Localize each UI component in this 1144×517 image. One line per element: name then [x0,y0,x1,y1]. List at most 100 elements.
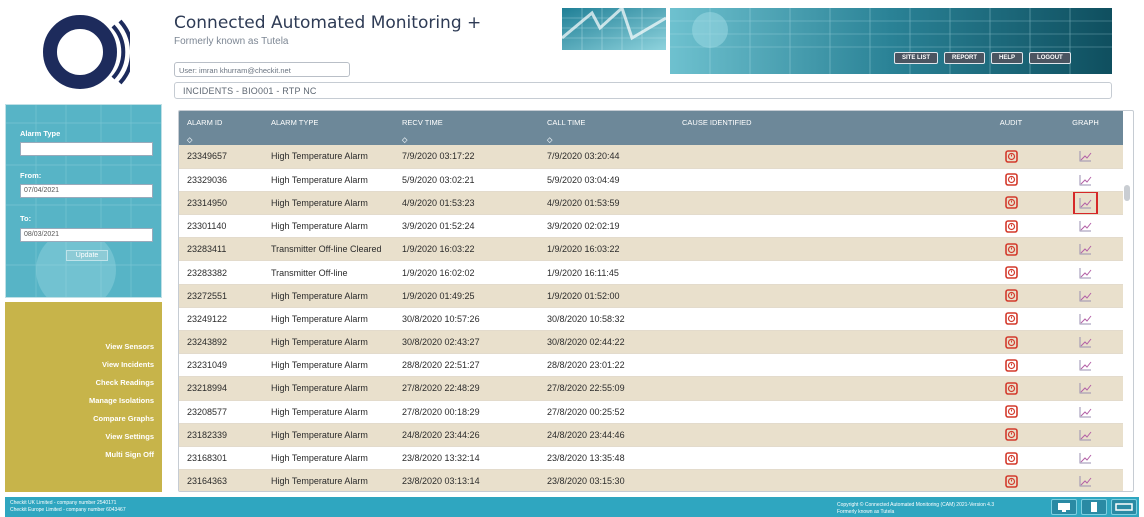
line-graph-icon[interactable] [1079,267,1092,279]
graph-cell [1048,330,1123,355]
cause-cell [674,284,974,308]
nav-multi-sign-off[interactable]: Multi Sign Off [105,450,154,459]
nav-compare-graphs[interactable]: Compare Graphs [93,414,154,423]
audit-cell [974,353,1048,378]
col-alarm-type[interactable]: ALARM TYPE [263,111,394,134]
call-time-cell: 4/9/2020 01:53:59 [539,191,674,216]
scrollbar-thumb[interactable] [1124,185,1130,201]
clock-icon[interactable] [1004,312,1018,326]
col-call-time[interactable]: CALL TIME [539,111,674,134]
clock-icon[interactable] [1004,382,1018,395]
line-graph-icon[interactable] [1079,220,1092,232]
audit-cell [974,307,1048,332]
line-graph-icon[interactable] [1079,150,1092,162]
sort-call-time[interactable]: ◇ [539,134,674,145]
sort-cause-empty [674,134,974,145]
line-graph-icon[interactable] [1079,406,1092,418]
update-button[interactable]: Update [66,250,108,261]
sort-graph-empty [1048,134,1123,145]
col-alarm-id[interactable]: ALARM ID [179,111,263,134]
line-graph-icon[interactable] [1079,336,1092,348]
audit-cell [974,237,1048,262]
sort-recv-time[interactable]: ◇ [394,134,539,145]
col-recv-time[interactable]: RECV TIME [394,111,539,134]
logo-icon[interactable] [40,8,130,96]
table-row[interactable]: 23329036 High Temperature Alarm 5/9/2020 0… [179,168,1123,192]
table-row[interactable]: 23182339 High Temperature Alarm 24/8/2020 … [179,423,1123,447]
table-row[interactable]: 23249122 High Temperature Alarm 30/8/2020 … [179,307,1123,332]
clock-icon[interactable] [1004,428,1018,442]
clock-icon[interactable] [1004,173,1018,187]
clock-icon[interactable] [1004,219,1018,233]
clock-icon[interactable] [1004,196,1018,210]
recv-time-cell: 27/8/2020 22:48:29 [394,376,539,401]
table-row[interactable]: 23314950 High Temperature Alarm 4/9/2020 0… [179,191,1123,216]
table-row[interactable]: 23301140 High Temperature Alarm 3/9/2020 0… [179,214,1123,239]
col-graph: GRAPH [1048,111,1123,134]
nav-view-settings[interactable]: View Settings [105,432,154,441]
nav-manage-isolations[interactable]: Manage Isolations [89,396,154,405]
clock-icon[interactable] [1004,405,1018,418]
line-graph-icon[interactable] [1079,429,1092,441]
graph-cell [1048,423,1123,447]
recv-time-cell: 3/9/2020 01:52:24 [394,214,539,239]
alarm-type-cell: High Temperature Alarm [263,423,394,447]
line-graph-icon[interactable] [1079,382,1092,394]
alarm-id-cell: 23329036 [179,168,263,192]
table-row[interactable]: 23243892 High Temperature Alarm 30/8/2020 … [179,330,1123,355]
audit-cell [974,284,1048,308]
from-date-field[interactable]: 07/04/2021 [20,184,153,198]
col-cause-identified[interactable]: CAUSE IDENTIFIED [674,111,974,134]
clock-icon[interactable] [1004,266,1018,279]
line-graph-icon[interactable] [1079,313,1092,325]
nav-view-sensors[interactable]: View Sensors [105,342,154,351]
site-list-button[interactable]: SITE LIST [894,52,939,64]
sort-alarm-type-empty [263,134,394,145]
graph-cell [1048,191,1123,216]
clock-icon[interactable] [1004,335,1018,349]
clock-icon[interactable] [1004,289,1018,303]
help-button[interactable]: HELP [991,52,1024,64]
table-row[interactable]: 23272551 High Temperature Alarm 1/9/2020 0… [179,284,1123,308]
table-row[interactable]: 23218994 High Temperature Alarm 27/8/2020 … [179,376,1123,401]
line-graph-icon[interactable] [1079,174,1092,186]
audit-cell [974,469,1048,491]
line-graph-icon[interactable] [1079,290,1092,302]
line-graph-icon[interactable] [1079,475,1092,487]
to-date-field[interactable]: 08/03/2021 [20,228,153,242]
clock-icon[interactable] [1004,474,1018,488]
line-graph-icon[interactable] [1079,452,1092,464]
recv-time-cell: 23/8/2020 13:32:14 [394,446,539,471]
alarm-type-cell: High Temperature Alarm [263,191,394,216]
table-row[interactable]: 23283382 Transmitter Off-line 1/9/2020 16:… [179,260,1123,285]
sort-alarm-id[interactable]: ◇ [179,134,263,145]
table-row[interactable]: 23208577 High Temperature Alarm 27/8/2020 … [179,400,1123,424]
call-time-cell: 1/9/2020 16:03:22 [539,237,674,262]
clock-icon[interactable] [1004,150,1018,163]
line-graph-icon[interactable] [1079,243,1092,255]
line-graph-icon[interactable] [1073,191,1098,214]
alarm-type-cell: High Temperature Alarm [263,446,394,471]
tablet-icon[interactable] [1081,499,1107,515]
table-row[interactable]: 23168301 High Temperature Alarm 23/8/2020 … [179,446,1123,471]
table-row[interactable]: 23231049 High Temperature Alarm 28/8/2020 … [179,353,1123,378]
recv-time-cell: 5/9/2020 03:02:21 [394,168,539,192]
alarm-type-field[interactable] [20,142,153,156]
table-row[interactable]: 23349657 High Temperature Alarm 7/9/2020 0… [179,145,1123,169]
table-row[interactable]: 23283411 Transmitter Off-line Cleared 1/9/… [179,237,1123,262]
logout-button[interactable]: LOGOUT [1029,52,1071,64]
audit-cell [974,191,1048,216]
clock-icon[interactable] [1004,451,1018,465]
nav-view-incidents[interactable]: View Incidents [102,360,154,369]
table-row[interactable]: 23164363 High Temperature Alarm 23/8/2020 … [179,469,1123,491]
monitor-icon[interactable] [1051,499,1077,515]
line-graph-icon[interactable] [1079,359,1092,371]
nav-check-readings[interactable]: Check Readings [96,378,154,387]
wide-screen-icon[interactable] [1111,499,1137,515]
report-button[interactable]: REPORT [944,52,986,64]
clock-icon[interactable] [1004,243,1018,256]
graph-cell [1048,214,1123,239]
top-nav: SITE LIST REPORT HELP LOGOUT [894,52,1071,64]
clock-icon[interactable] [1004,358,1018,372]
graph-cell [1048,168,1123,192]
